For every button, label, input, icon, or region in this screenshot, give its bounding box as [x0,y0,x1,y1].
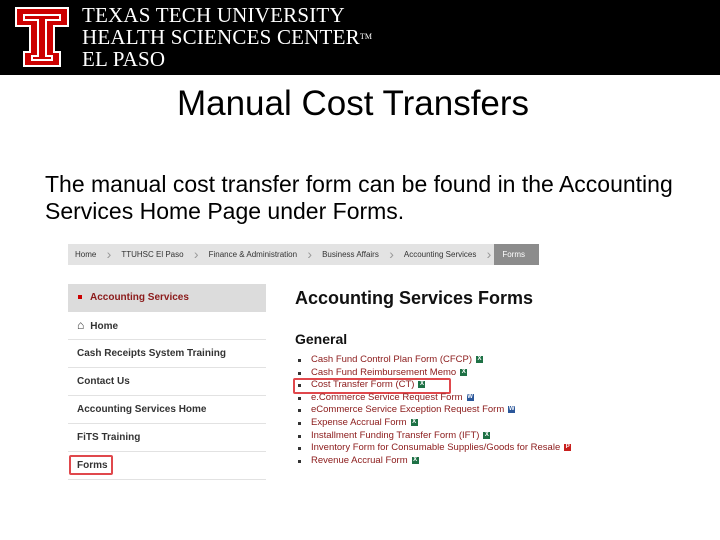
list-bullet [298,371,301,375]
chevron-right-icon: › [106,246,112,262]
double-t-logo-icon [15,7,69,67]
institution-line-2: HEALTH SCIENCES CENTERTM [82,25,373,49]
form-link-ift[interactable]: Installment Funding Transfer Form (IFT) X [295,430,715,443]
main-content: Accounting Services Forms General Cash F… [293,288,715,468]
sidebar-item-contact-us[interactable]: Contact Us [68,368,266,396]
list-bullet [298,396,301,400]
section-heading-general: General [295,331,348,347]
list-bullet [298,359,301,362]
slide-title: Manual Cost Transfers [176,84,530,123]
institution-name: TEXAS TECH UNIVERSITY HEALTH SCIENCES CE… [82,4,372,70]
excel-icon: X [476,355,484,363]
breadcrumb-item-business-affairs[interactable]: Business Affairs › [315,244,397,265]
slide-body-text: The manual cost transfer form can be fou… [45,171,673,224]
breadcrumb: Home › TTUHSC El Paso › Finance & Administ… [68,244,540,265]
form-link-cfcp[interactable]: Cash Fund Control Plan Form (CFCP) X [295,354,715,367]
sidebar-item-home[interactable]: ⌂ Home [68,312,266,340]
sidebar-heading[interactable]: Accounting Services [68,284,266,312]
square-bullet-icon [78,295,82,300]
word-icon: W [508,406,516,414]
list-bullet [298,421,301,425]
pdf-icon: P [564,444,572,452]
breadcrumb-item-finance[interactable]: Finance & Administration › [202,244,316,265]
form-link-revenue-accrual[interactable]: Revenue Accrual Form X [295,455,715,468]
form-link-ecommerce-request[interactable]: e.Commerce Service Request Form W [295,392,715,405]
list-bullet [298,409,301,413]
form-link-cost-transfer[interactable]: Cost Transfer Form (CT) X [293,378,715,395]
header-banner: TEXAS TECH UNIVERSITY HEALTH SCIENCES CE… [0,0,720,75]
chevron-right-icon: › [307,246,313,262]
chevron-right-icon: › [193,246,199,262]
chevron-right-icon: › [486,246,492,262]
list-bullet [298,459,301,463]
sidebar-item-cash-receipts-training[interactable]: Cash Receipts System Training [68,340,266,368]
form-link-expense-accrual[interactable]: Expense Accrual Form X [295,417,715,430]
chevron-right-icon: › [389,246,394,262]
trademark: TM [359,32,373,41]
sidebar-nav: Accounting Services ⌂ Home Cash Receipts … [68,284,266,480]
sidebar-item-fits-training[interactable]: FiTS Training [68,424,266,452]
excel-icon: X [411,456,419,464]
excel-icon: X [460,368,468,376]
form-link-ecommerce-exception[interactable]: eCommerce Service Exception Request Form… [295,404,715,417]
page-title: Accounting Services Forms [295,288,534,308]
breadcrumb-item-home[interactable]: Home › [68,244,114,265]
sidebar-item-forms[interactable]: Forms [68,452,266,480]
word-icon: W [466,393,474,401]
breadcrumb-item-ttuhsc[interactable]: TTUHSC El Paso › [114,244,201,265]
forms-highlight-box [69,455,113,475]
institution-line-3: EL PASO [82,47,166,71]
home-icon: ⌂ [77,318,85,332]
excel-icon: X [410,418,418,426]
list-bullet [298,447,301,451]
breadcrumb-item-forms[interactable]: Forms [494,244,540,265]
forms-list: Cash Fund Control Plan Form (CFCP) X Cash… [293,354,715,468]
sidebar-item-accounting-home[interactable]: Accounting Services Home [68,396,266,424]
list-bullet [298,434,301,438]
breadcrumb-item-accounting-services[interactable]: Accounting Services › [397,244,494,265]
excel-icon: X [483,431,491,439]
institution-line-1: TEXAS TECH UNIVERSITY [82,3,345,27]
form-link-inventory[interactable]: Inventory Form for Consumable Supplies/G… [295,442,715,455]
